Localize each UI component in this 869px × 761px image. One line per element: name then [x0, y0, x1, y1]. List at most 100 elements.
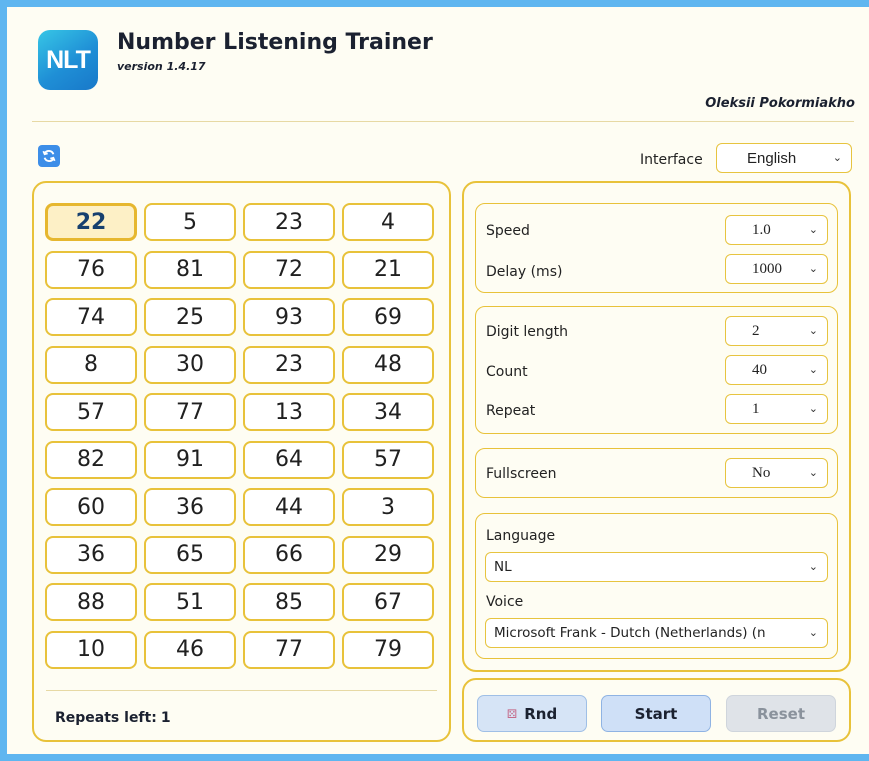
- refresh-button[interactable]: [38, 145, 60, 167]
- delay-value: 1000: [752, 260, 782, 277]
- number-cell[interactable]: 57: [342, 440, 434, 479]
- number-cell[interactable]: 23: [243, 203, 335, 241]
- number-grid-panel: 22 5 23 4 76 81 72 21 74 25 93 69 8 30 23 48 57 77 13 34 82 9…: [32, 181, 451, 742]
- random-button[interactable]: ⚄ Rnd: [477, 695, 587, 732]
- settings-panel: Speed 1.0 ⌄ Delay (ms) 1000 ⌄ Digit leng…: [462, 181, 851, 672]
- chevron-down-icon: ⌄: [808, 262, 818, 275]
- refresh-icon: [42, 149, 56, 163]
- language-select[interactable]: NL ⌄: [485, 552, 828, 582]
- number-cell[interactable]: 46: [144, 630, 236, 669]
- reset-button-label: Reset: [757, 704, 805, 723]
- number-cell[interactable]: 88: [45, 583, 137, 621]
- number-cell[interactable]: 30: [144, 345, 236, 384]
- number-cell[interactable]: 13: [243, 393, 335, 431]
- voice-label: Voice: [486, 594, 524, 610]
- speed-label: Speed: [486, 223, 530, 239]
- number-cell-active[interactable]: 22: [45, 203, 137, 241]
- number-cell[interactable]: 64: [243, 440, 335, 479]
- number-cell[interactable]: 4: [342, 203, 434, 241]
- repeat-select[interactable]: 1 ⌄: [725, 394, 828, 424]
- app-window: NLT Number Listening Trainer version 1.4…: [7, 7, 869, 754]
- number-cell[interactable]: 5: [144, 203, 236, 241]
- repeats-left-value: 1: [160, 710, 171, 726]
- number-cell[interactable]: 91: [144, 440, 236, 479]
- chevron-down-icon: ⌄: [808, 466, 818, 479]
- interface-select-value: English: [747, 149, 797, 167]
- number-cell[interactable]: 36: [144, 488, 236, 526]
- number-cell[interactable]: 36: [45, 535, 137, 574]
- logo-text: NLT: [46, 45, 91, 74]
- number-cell[interactable]: 34: [342, 393, 434, 431]
- number-cell[interactable]: 23: [243, 345, 335, 384]
- start-button[interactable]: Start: [601, 695, 711, 732]
- repeat-label: Repeat: [486, 403, 536, 419]
- interface-language-select[interactable]: English ⌄: [716, 143, 852, 173]
- number-cell[interactable]: 79: [342, 630, 434, 669]
- app-logo: NLT: [38, 30, 98, 90]
- language-label: Language: [486, 528, 556, 544]
- chevron-down-icon: ⌄: [808, 324, 818, 337]
- grid-divider: [46, 690, 437, 691]
- number-cell[interactable]: 21: [342, 250, 434, 289]
- header-divider: [32, 121, 854, 122]
- fullscreen-value: No: [752, 464, 771, 481]
- voice-value: Microsoft Frank - Dutch (Netherlands) (n: [494, 625, 766, 641]
- number-cell[interactable]: 69: [342, 298, 434, 336]
- number-cell[interactable]: 66: [243, 535, 335, 574]
- language-voice-group: Language NL ⌄ Voice Microsoft Frank - Du…: [475, 513, 838, 659]
- count-select[interactable]: 40 ⌄: [725, 355, 828, 385]
- fullscreen-label: Fullscreen: [486, 466, 557, 482]
- chevron-down-icon: ⌄: [832, 151, 842, 164]
- number-cell[interactable]: 3: [342, 488, 434, 526]
- number-cell[interactable]: 76: [45, 250, 137, 289]
- number-cell[interactable]: 65: [144, 535, 236, 574]
- language-value: NL: [494, 559, 512, 575]
- chevron-down-icon: ⌄: [808, 625, 818, 639]
- number-cell[interactable]: 77: [144, 393, 236, 431]
- app-title: Number Listening Trainer: [117, 30, 433, 55]
- delay-label: Delay (ms): [486, 264, 563, 280]
- number-cell[interactable]: 74: [45, 298, 137, 336]
- count-label: Count: [486, 364, 528, 380]
- number-cell[interactable]: 44: [243, 488, 335, 526]
- number-cell[interactable]: 25: [144, 298, 236, 336]
- count-value: 40: [752, 361, 767, 378]
- speed-select[interactable]: 1.0 ⌄: [725, 215, 828, 245]
- chevron-down-icon: ⌄: [808, 223, 818, 236]
- author-name: Oleksii Pokormiakho: [705, 96, 855, 111]
- number-cell[interactable]: 10: [45, 630, 137, 669]
- digit-length-value: 2: [752, 322, 760, 339]
- repeat-value: 1: [752, 400, 760, 417]
- number-cell[interactable]: 93: [243, 298, 335, 336]
- repeats-left-status: Repeats left: 1: [55, 710, 171, 726]
- reset-button[interactable]: Reset: [726, 695, 836, 732]
- number-cell[interactable]: 48: [342, 345, 434, 384]
- digit-length-select[interactable]: 2 ⌄: [725, 316, 828, 346]
- chevron-down-icon: ⌄: [808, 402, 818, 415]
- number-cell[interactable]: 60: [45, 488, 137, 526]
- controls-panel: ⚄ Rnd Start Reset: [462, 678, 851, 742]
- digit-length-label: Digit length: [486, 324, 569, 340]
- number-cell[interactable]: 29: [342, 535, 434, 574]
- number-cell[interactable]: 67: [342, 583, 434, 621]
- chevron-down-icon: ⌄: [808, 559, 818, 573]
- interface-label: Interface: [640, 152, 703, 168]
- digits-group: Digit length 2 ⌄ Count 40 ⌄ Repeat 1 ⌄: [475, 306, 838, 434]
- number-cell[interactable]: 77: [243, 630, 335, 669]
- random-button-label: Rnd: [524, 704, 558, 723]
- chevron-down-icon: ⌄: [808, 363, 818, 376]
- number-cell[interactable]: 85: [243, 583, 335, 621]
- repeats-left-label: Repeats left:: [55, 710, 157, 726]
- number-cell[interactable]: 82: [45, 440, 137, 479]
- number-grid: 22 5 23 4 76 81 72 21 74 25 93 69 8 30 23 48 57 77 13 34 82 9…: [45, 203, 434, 669]
- number-cell[interactable]: 72: [243, 250, 335, 289]
- number-cell[interactable]: 57: [45, 393, 137, 431]
- fullscreen-select[interactable]: No ⌄: [725, 458, 828, 488]
- number-cell[interactable]: 81: [144, 250, 236, 289]
- number-cell[interactable]: 8: [45, 345, 137, 384]
- delay-select[interactable]: 1000 ⌄: [725, 254, 828, 284]
- start-button-label: Start: [634, 704, 678, 723]
- dice-icon: ⚄: [506, 706, 518, 721]
- voice-select[interactable]: Microsoft Frank - Dutch (Netherlands) (n…: [485, 618, 828, 648]
- number-cell[interactable]: 51: [144, 583, 236, 621]
